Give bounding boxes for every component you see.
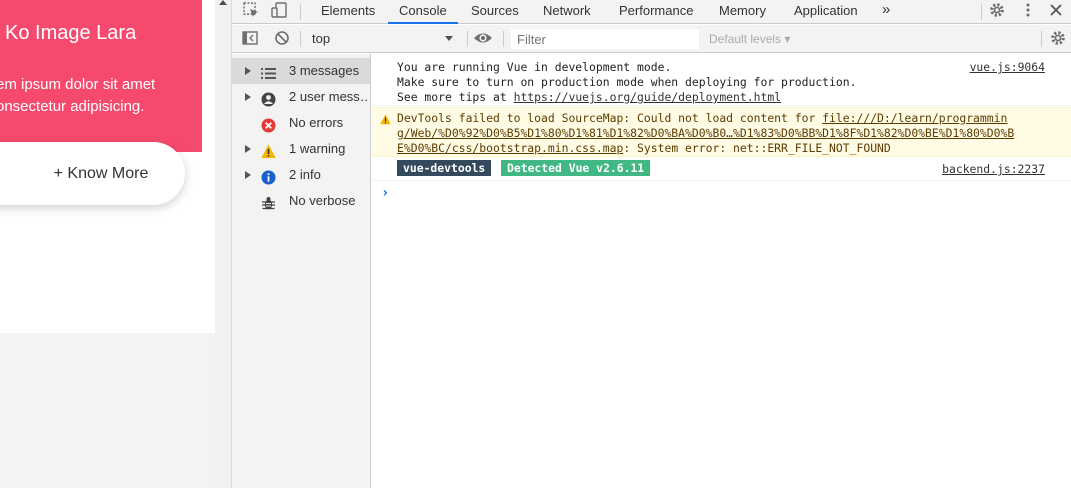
hero-banner: Ko Image Lara em ipsum dolor sit amet on… [0, 0, 202, 152]
sidebar-item-errors[interactable]: No errors [232, 110, 370, 136]
console-settings-gear-icon[interactable] [1048, 29, 1068, 49]
divider [300, 31, 301, 47]
tab-performance[interactable]: Performance [619, 0, 693, 24]
know-more-button[interactable]: + Know More [0, 142, 185, 205]
expand-arrow-icon[interactable] [245, 67, 251, 75]
tab-elements[interactable]: Elements [321, 0, 375, 24]
expand-arrow-icon[interactable] [245, 145, 251, 153]
more-tabs-icon[interactable]: » [882, 0, 890, 24]
settings-gear-icon[interactable] [987, 1, 1007, 21]
divider [467, 31, 468, 47]
hero-text-line: onsectetur adipisicing. [0, 98, 145, 115]
console-messages: You are running Vue in development mode.… [372, 54, 1071, 488]
tab-console[interactable]: Console [388, 0, 458, 24]
log-levels-dropdown[interactable]: Default levels ▾ [709, 29, 790, 49]
tab-memory[interactable]: Memory [719, 0, 766, 24]
warning-icon [380, 114, 391, 128]
sidebar-item-label: 2 user mess… [289, 89, 369, 104]
error-icon [261, 116, 276, 133]
sourcemap-url-link[interactable]: g/Web/%D0%92%D0%B5%D1%80%D1%81%D1%82%D0%… [397, 126, 1014, 140]
tab-application[interactable]: Application [794, 0, 858, 24]
source-link[interactable]: vue.js:9064 [970, 60, 1045, 74]
info-icon [261, 168, 276, 185]
tab-network[interactable]: Network [543, 0, 591, 24]
context-selector[interactable]: top [306, 29, 457, 49]
live-expression-eye-icon[interactable] [473, 29, 493, 49]
console-prompt-icon[interactable]: › [381, 185, 389, 201]
device-toolbar-icon[interactable] [269, 1, 289, 21]
message-text: You are running Vue in development mode. [397, 60, 672, 74]
close-icon[interactable] [1046, 1, 1066, 21]
clear-console-icon[interactable] [272, 29, 292, 49]
vue-deployment-link[interactable]: https://vuejs.org/guide/deployment.html [514, 90, 781, 104]
sidebar-item-warnings[interactable]: 1 warning [232, 136, 370, 162]
filter-input[interactable] [511, 29, 699, 49]
hero-title: Ko Image Lara [5, 22, 137, 44]
console-message-log: You are running Vue in development mode.… [372, 54, 1071, 106]
divider [1041, 31, 1042, 47]
console-message-devtools: vue-devtools Detected Vue v2.6.11 backen… [372, 158, 1071, 181]
scroll-up-arrow-icon[interactable] [219, 0, 227, 5]
message-text: See more tips at [397, 90, 514, 104]
bug-icon [261, 194, 276, 210]
sidebar-item-label: 1 warning [289, 141, 346, 156]
message-text: Make sure to turn on production mode whe… [397, 75, 857, 89]
console-message-warning: DevTools failed to load SourceMap: Could… [372, 107, 1071, 157]
source-link[interactable]: backend.js:2237 [942, 162, 1045, 176]
sidebar-item-label: 3 messages [289, 63, 360, 78]
sourcemap-url-link[interactable]: E%D0%BC/css/bootstrap.min.css.map [397, 141, 623, 155]
warning-icon [261, 142, 276, 158]
message-text: DevTools failed to load SourceMap: Could… [397, 111, 823, 125]
hero-text-line: em ipsum dolor sit amet [0, 76, 156, 93]
console-toolbar: top Default levels ▾ [232, 25, 1071, 53]
expand-arrow-icon[interactable] [245, 93, 251, 101]
sidebar-item-label: 2 info [289, 167, 321, 182]
sourcemap-url-link[interactable]: file:///D:/learn/programmin [822, 111, 1007, 125]
show-sidebar-icon[interactable] [240, 29, 260, 49]
divider [300, 4, 301, 20]
vue-version-badge: Detected Vue v2.6.11 [501, 160, 651, 176]
divider [981, 4, 982, 20]
message-text: : System error: net::ERR_FILE_NOT_FOUND [623, 141, 891, 155]
devtools-panel: Elements Console Sources Network Perform… [232, 0, 1071, 488]
devtools-tabbar: Elements Console Sources Network Perform… [232, 0, 1071, 24]
divider [503, 31, 504, 47]
vue-devtools-badge: vue-devtools [397, 160, 492, 176]
page-scrollbar[interactable] [215, 0, 232, 488]
list-icon [261, 64, 276, 79]
sidebar-item-user-messages[interactable]: 2 user mess… [232, 84, 370, 110]
chevron-down-icon[interactable] [445, 36, 453, 41]
sidebar-item-info[interactable]: 2 info [232, 162, 370, 188]
sidebar-item-messages[interactable]: 3 messages [232, 58, 370, 84]
sidebar-item-verbose[interactable]: No verbose [232, 188, 370, 214]
console-sidebar: 3 messages 2 user mess… No errors 1 warn… [232, 54, 371, 488]
tab-sources[interactable]: Sources [471, 0, 519, 24]
sidebar-item-label: No verbose [289, 193, 356, 208]
webpage-area: Ko Image Lara em ipsum dolor sit amet on… [0, 0, 215, 488]
expand-arrow-icon[interactable] [245, 171, 251, 179]
inspect-element-icon[interactable] [241, 1, 261, 21]
more-options-icon[interactable] [1018, 1, 1038, 21]
user-icon [261, 90, 276, 107]
sidebar-item-label: No errors [289, 115, 344, 130]
